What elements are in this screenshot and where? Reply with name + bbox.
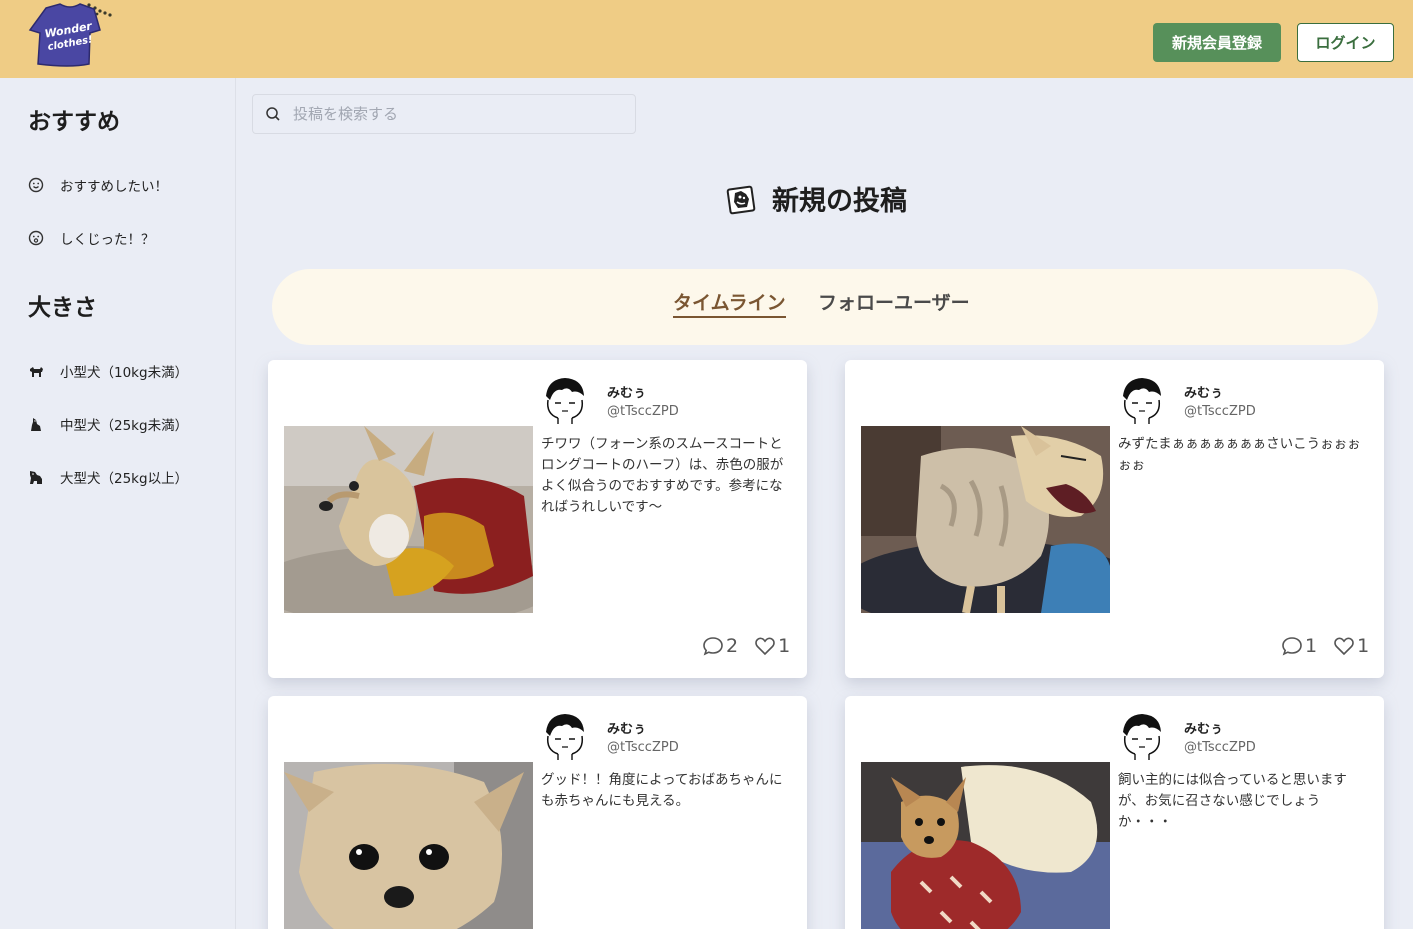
register-button[interactable]: 新規会員登録 [1153,23,1281,62]
user-id: @tTsccZPD [607,404,679,419]
post-body: 飼い主的には似合っていると思いますが、お気に召さない感じでしょうか・・・ [1118,772,1347,830]
user-name[interactable]: みむぅ [607,718,646,737]
comment-button[interactable]: 2 [702,635,738,657]
post-card[interactable]: みむぅ @tTsccZPD グッド！！角度によっておばあちゃんにも赤ちゃんにも見… [268,696,807,929]
post-card[interactable]: みむぅ @tTsccZPD 飼い主的には似合っていると思いますが、お気に召さない… [845,696,1384,929]
post-photo[interactable] [861,762,1110,929]
like-button[interactable]: 1 [1333,635,1369,657]
recommend-heading: おすすめ [28,109,120,135]
avatar[interactable] [540,710,590,760]
search-icon [266,107,280,121]
post-body: みずたまぁぁぁぁぁぁぁさいこうぉぉぉぉぉ [1118,436,1361,473]
user-id: @tTsccZPD [1184,740,1256,755]
comment-count: 1 [1305,635,1318,657]
sidebar-item-large-dog[interactable]: 大型犬（25kg以上） [26,464,226,490]
sidebar-item-small-dog[interactable]: 小型犬（10kg未満） [26,358,226,384]
search-input[interactable] [293,105,613,123]
heart-icon [1334,637,1354,656]
user-name[interactable]: みむぅ [1184,382,1223,401]
sidebar-item-medium-dog[interactable]: 中型犬（25kg未満） [26,411,226,437]
sidebar-item-label: おすすめしたい！ [60,179,168,195]
avatar[interactable] [1117,374,1167,424]
login-button[interactable]: ログイン [1297,23,1394,62]
sidebar-item-mistake[interactable]: しくじった！？ [26,225,226,251]
sidebar-item-label: 大型犬（25kg以上） [60,471,189,487]
avatar[interactable] [540,374,590,424]
post-body: グッド！！角度によっておばあちゃんにも赤ちゃんにも見える。 [541,772,783,809]
large-dog-icon [26,467,46,487]
user-name[interactable]: みむぅ [607,382,646,401]
post-card[interactable]: みむぅ @tTsccZPD チワワ（フォーン系のスムースコートとロングコートのハ… [268,360,807,678]
comment-icon [1282,637,1302,656]
size-heading: 大きさ [28,295,97,321]
comment-count: 2 [726,635,739,657]
heart-icon [755,637,775,656]
tab-follow-users[interactable]: フォローユーザー [818,288,970,315]
user-name[interactable]: みむぅ [1184,718,1223,737]
sidebar-item-recommend[interactable]: おすすめしたい！ [26,172,226,198]
comment-button[interactable]: 1 [1281,635,1317,657]
user-id: @tTsccZPD [1184,404,1256,419]
new-post-button[interactable]: 新規の投稿 [726,178,907,218]
post-photo[interactable] [284,762,533,929]
like-button[interactable]: 1 [754,635,790,657]
smile-icon [26,175,46,195]
post-photo[interactable] [861,426,1110,613]
sidebar-item-label: 中型犬（25kg未満） [60,418,189,434]
post-card[interactable]: みむぅ @tTsccZPD みずたまぁぁぁぁぁぁぁさいこうぉぉぉぉぉ 1 1 [845,360,1384,678]
dog-post-icon [726,185,756,215]
small-dog-icon [26,361,46,381]
post-photo[interactable] [284,426,533,613]
header: Wonder clothes! 新規会員登録 ログイン [0,0,1413,78]
user-id: @tTsccZPD [607,740,679,755]
comment-icon [703,637,723,656]
site-logo[interactable]: Wonder clothes! [26,0,116,72]
post-stats: 2 1 [686,634,790,658]
post-stats: 1 1 [1265,634,1369,658]
search-box [252,94,636,134]
sidebar-item-label: しくじった！？ [60,232,155,248]
post-body: チワワ（フォーン系のスムースコートとロングコートのハーフ）は、赤色の服がよく似合… [541,436,784,515]
sidebar: おすすめ おすすめしたい！ しくじった！？ 大きさ 小型犬（10kg未満） 中型… [0,78,236,929]
new-post-label: 新規の投稿 [772,185,907,217]
like-count: 1 [1357,635,1370,657]
avatar[interactable] [1117,710,1167,760]
tab-timeline[interactable]: タイムライン [673,288,786,318]
like-count: 1 [778,635,791,657]
surprised-icon [26,228,46,248]
medium-dog-icon [26,414,46,434]
sidebar-item-label: 小型犬（10kg未満） [60,365,189,381]
